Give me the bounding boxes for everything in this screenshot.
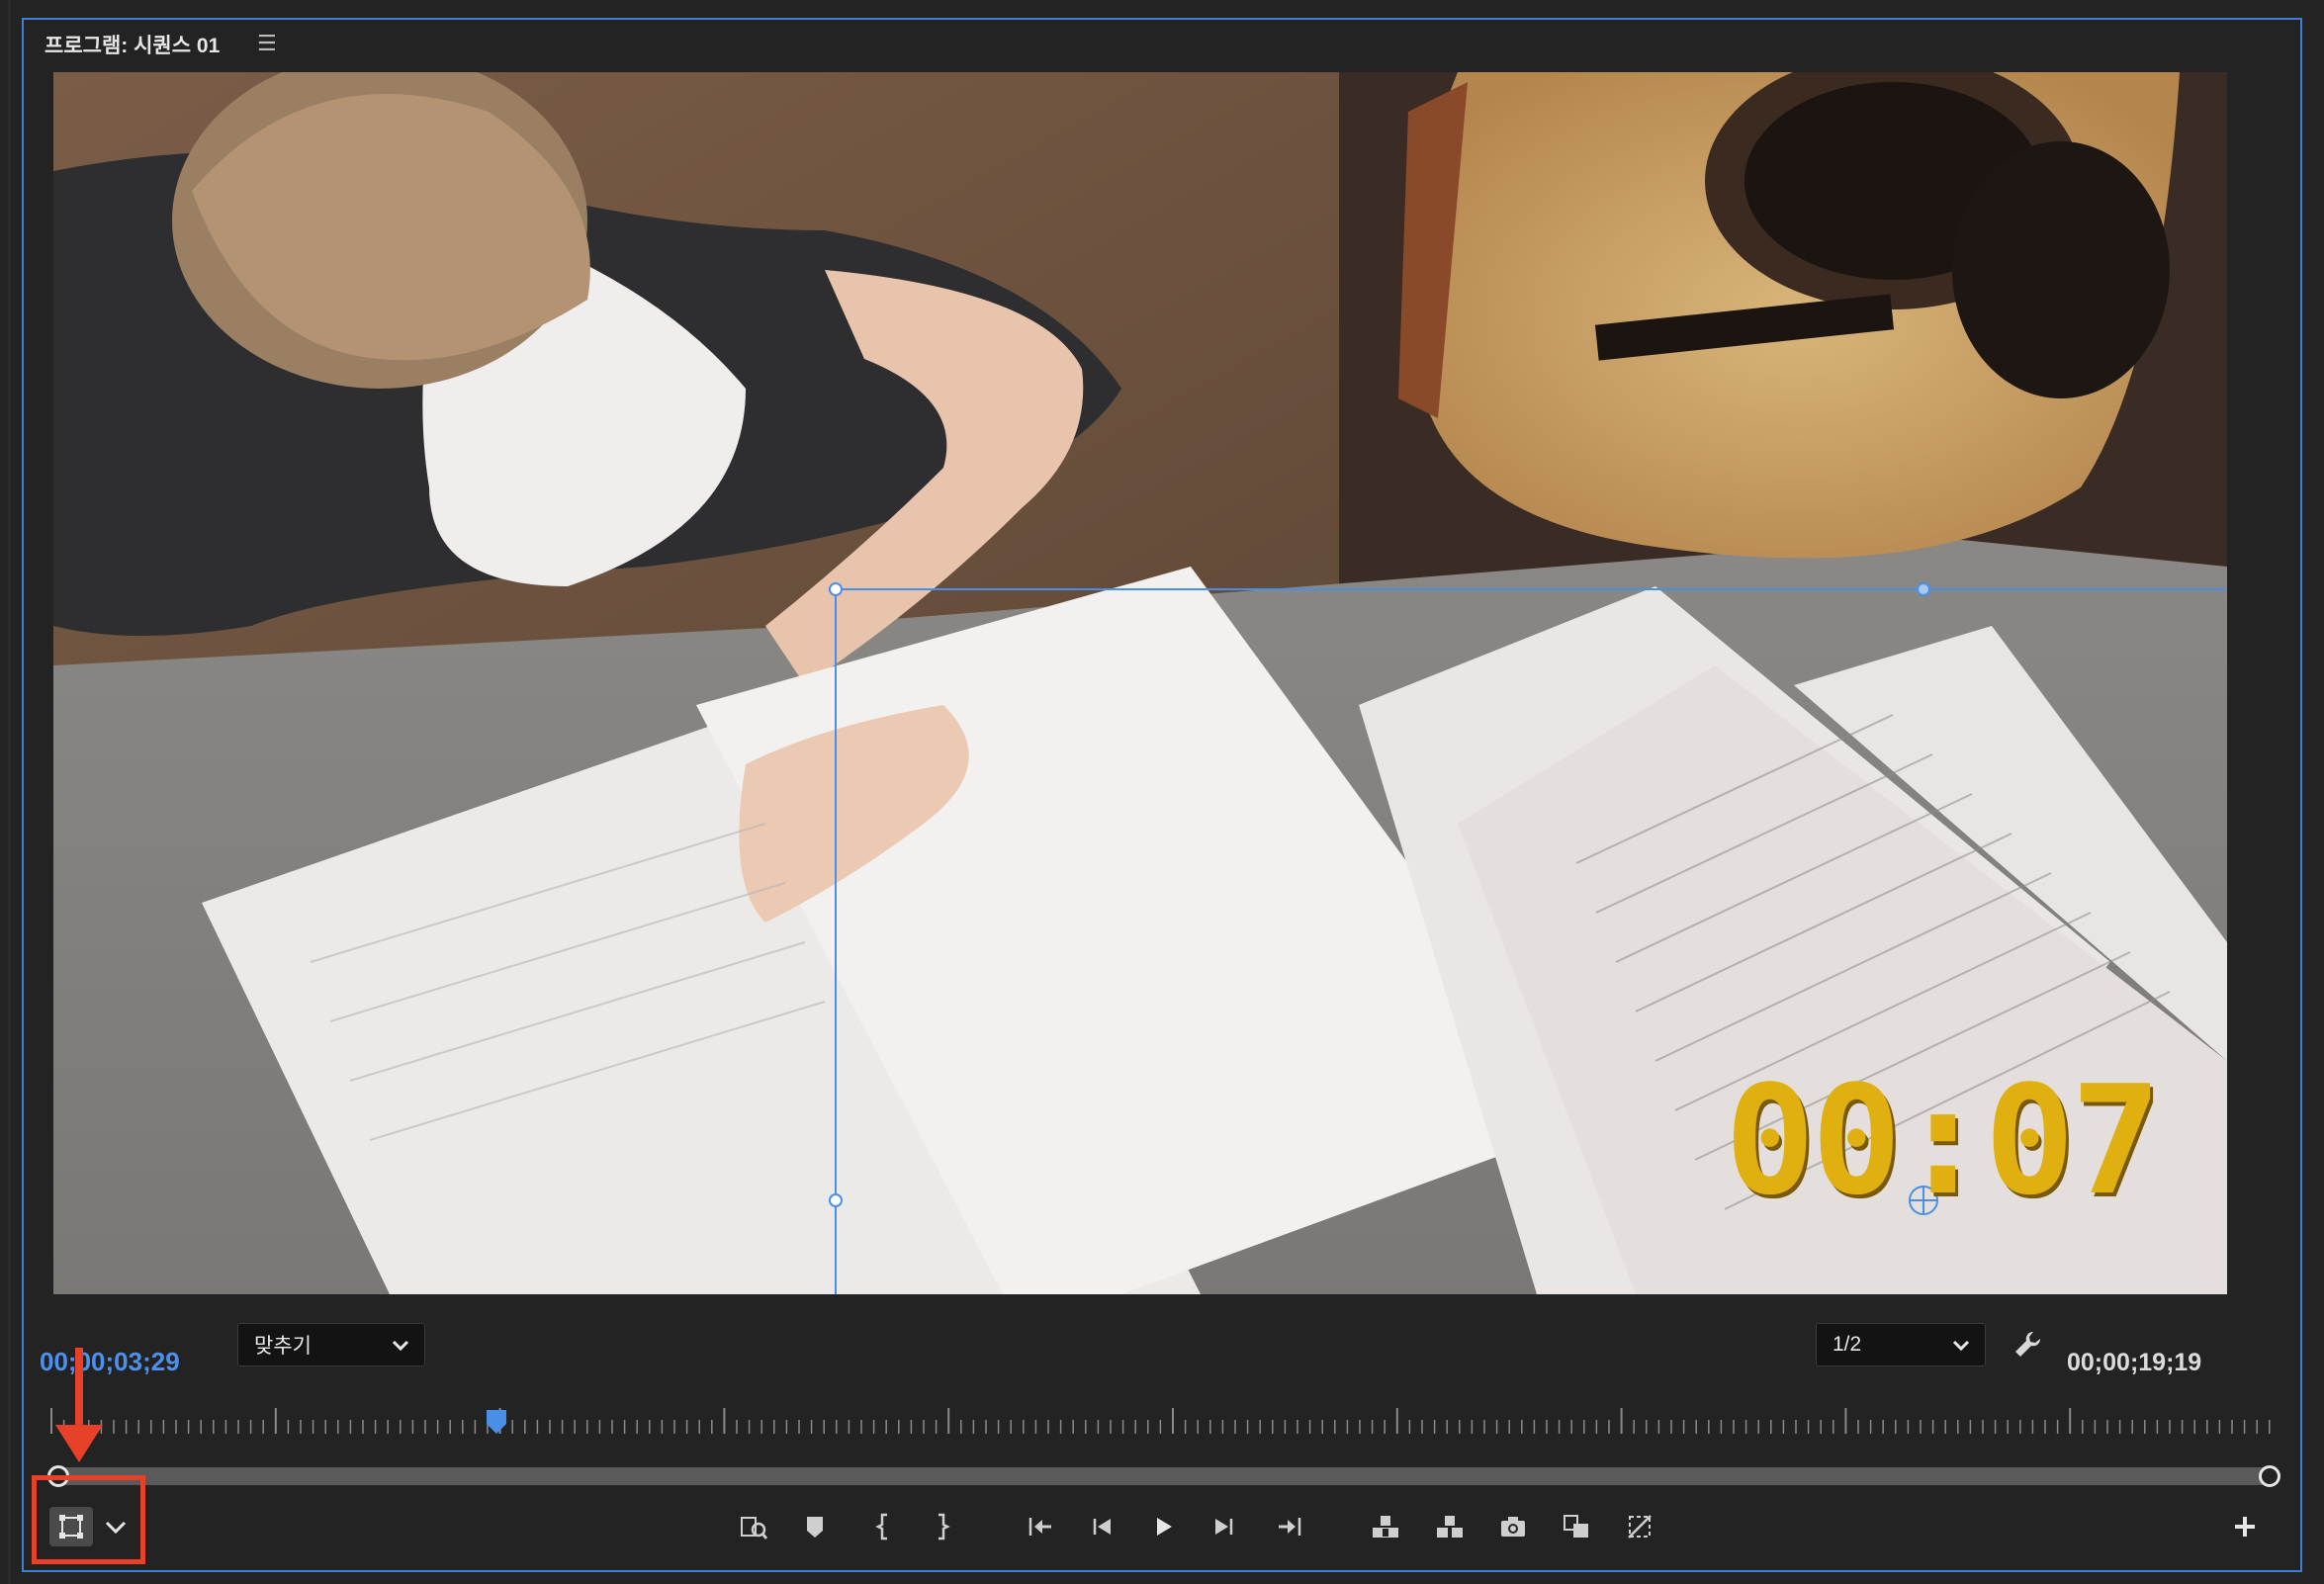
panel-title: 프로그램: 시퀀스 01: [45, 35, 221, 57]
playhead-marker[interactable]: [485, 1408, 508, 1436]
chevron-down-icon: [392, 1340, 409, 1352]
mark-in-button[interactable]: [864, 1507, 904, 1546]
safe-margins-icon: [1628, 1515, 1652, 1539]
play-icon: [1157, 1518, 1172, 1536]
wrench-settings-icon[interactable]: [2011, 1329, 2043, 1361]
extract-button[interactable]: [1430, 1507, 1470, 1546]
step-back-icon: [1093, 1519, 1111, 1535]
hamburger-menu-icon[interactable]: ☰: [257, 31, 277, 56]
zoom-level-value: 맞추기: [254, 1335, 312, 1358]
lift-button[interactable]: [1366, 1507, 1405, 1546]
camera-icon: [1501, 1517, 1525, 1537]
button-editor-button[interactable]: [2225, 1507, 2265, 1546]
step-back-button[interactable]: [1082, 1507, 1121, 1546]
play-button[interactable]: [1143, 1507, 1183, 1546]
export-frame-button[interactable]: [1493, 1507, 1533, 1546]
go-to-out-icon: [1279, 1518, 1301, 1536]
comparison-view-icon: [1564, 1515, 1588, 1538]
comparison-view-button[interactable]: [1557, 1507, 1596, 1546]
insert-frame-button[interactable]: [734, 1507, 773, 1546]
add-marker-icon: [807, 1517, 823, 1538]
chevron-down-icon: [1952, 1340, 1970, 1352]
step-forward-button[interactable]: [1205, 1507, 1244, 1546]
timer-overlay-text: 00:07: [1725, 1053, 2162, 1228]
playback-resolution-dropdown[interactable]: 1/2: [1816, 1323, 1986, 1366]
mark-out-button[interactable]: [922, 1507, 961, 1546]
mark-out-icon: [939, 1513, 950, 1540]
step-forward-icon: [1215, 1519, 1233, 1535]
scrollbar-end-handle[interactable]: [2259, 1465, 2280, 1487]
playback-resolution-value: 1/2: [1832, 1333, 1862, 1356]
lift-icon: [1373, 1516, 1398, 1538]
sequence-duration: 00;00;19;19: [2067, 1349, 2202, 1376]
insert-frame-icon: [741, 1517, 768, 1540]
mark-in-icon: [875, 1513, 887, 1540]
extract-icon: [1437, 1516, 1463, 1538]
zoom-level-dropdown[interactable]: 맞추기: [237, 1323, 425, 1366]
go-to-in-icon: [1028, 1518, 1051, 1536]
time-ruler[interactable]: [49, 1404, 2280, 1440]
go-to-out-button[interactable]: [1270, 1507, 1309, 1546]
annotation-highlight-box: [32, 1475, 145, 1564]
go-to-in-button[interactable]: [1021, 1507, 1060, 1546]
outer-panel-edge: [8, 0, 11, 1584]
plus-icon: [2235, 1517, 2255, 1537]
program-monitor-viewer[interactable]: 00:07: [53, 72, 2227, 1294]
annotation-arrow: [55, 1348, 103, 1462]
safe-margins-button[interactable]: [1620, 1507, 1659, 1546]
add-marker-button[interactable]: [795, 1507, 835, 1546]
zoom-scrollbar[interactable]: [57, 1467, 2273, 1485]
